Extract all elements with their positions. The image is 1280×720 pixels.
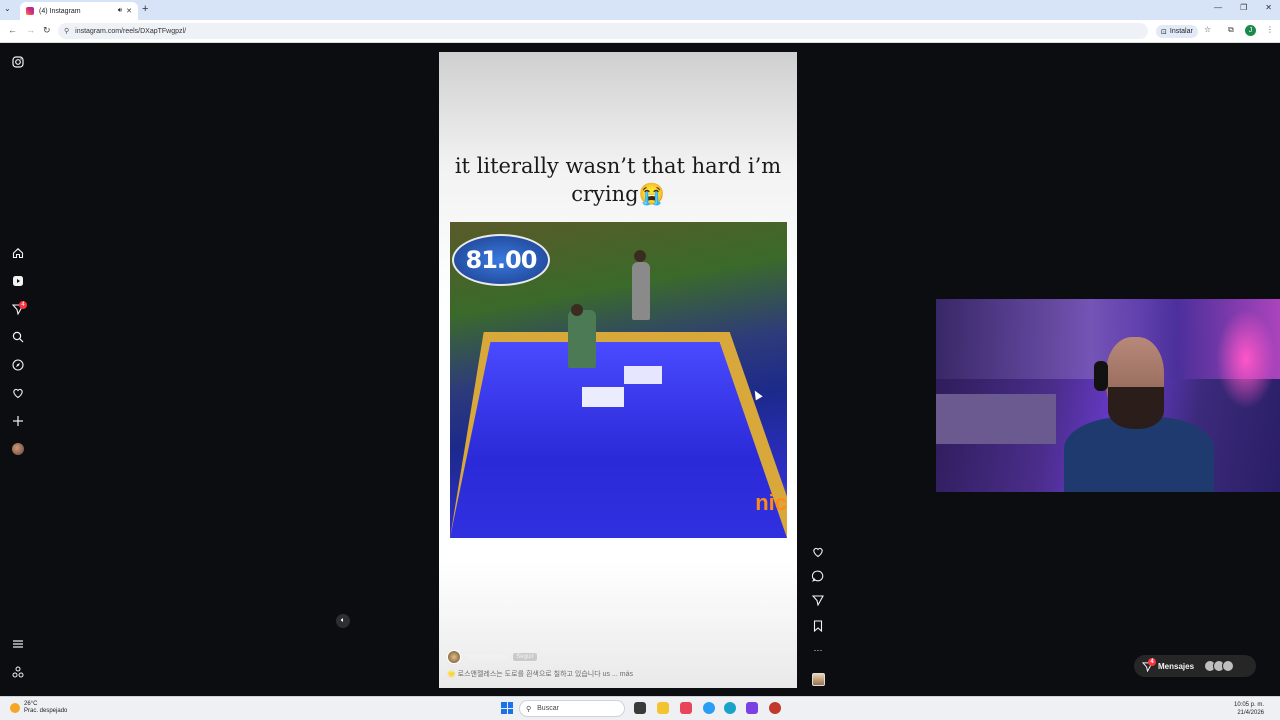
speaker-icon[interactable]: 🔊︎ <box>118 7 122 15</box>
site-info-icon[interactable]: ⚲ <box>64 27 69 35</box>
taskbar-search[interactable]: ⚲ Buscar <box>519 700 625 717</box>
clock-date: 21/4/2026 <box>1237 710 1265 716</box>
author-avatar[interactable] <box>447 650 461 664</box>
caption-line-1: it literally wasn’t that hard i’m <box>454 154 782 178</box>
home-icon[interactable] <box>11 246 24 259</box>
webcam-person-beard <box>1108 387 1164 429</box>
webcam-overlay <box>936 299 1280 492</box>
notifications-badge: 4 <box>19 301 27 309</box>
url-field[interactable]: ⚲ instagram.com/reels/DXapTFwgpzl/ <box>58 23 1148 39</box>
messages-badge: 4 <box>1148 658 1156 666</box>
bookmark-star-icon[interactable]: ☆ <box>1204 25 1211 34</box>
weather-condition: Prac. despejado <box>24 708 68 714</box>
more-options-icon[interactable]: ··· <box>811 643 825 657</box>
new-tab-button[interactable]: + <box>142 3 148 15</box>
mute-toggle-icon[interactable]: 🔈︎ <box>336 614 350 628</box>
comment-icon[interactable] <box>811 569 825 583</box>
back-icon[interactable]: ← <box>8 25 17 35</box>
window-controls: — ❐ ✕ <box>1214 3 1272 12</box>
messages-button[interactable]: Mensajes 4 <box>1134 655 1256 677</box>
search-icon[interactable] <box>11 330 24 343</box>
tab-search-icon[interactable]: ⌄ <box>4 4 11 13</box>
minimize-icon[interactable]: — <box>1214 3 1222 12</box>
reels-icon[interactable] <box>11 274 24 287</box>
windows-taskbar: 26°C Prac. despejado ⚲ Buscar 10:05 p. m… <box>0 696 1280 720</box>
headphones-icon <box>1094 361 1108 391</box>
extensions-icon[interactable]: ⧉ <box>1228 25 1234 35</box>
lit-tile <box>582 387 624 407</box>
contestant-figure <box>568 310 596 368</box>
save-bookmark-icon[interactable] <box>811 619 825 633</box>
browser-menu-icon[interactable]: ⋮ <box>1266 25 1274 34</box>
messages-label: Mensajes <box>1158 661 1195 671</box>
like-heart-icon[interactable] <box>811 545 825 559</box>
instagram-logo-icon[interactable] <box>11 55 24 68</box>
profile-avatar[interactable]: J <box>1245 25 1256 36</box>
webcam-bed <box>936 394 1056 444</box>
more-link[interactable]: ... más <box>612 671 633 678</box>
tab-instagram[interactable]: (4) Instagram 🔊︎ ✕ <box>20 2 138 20</box>
close-tab-icon[interactable]: ✕ <box>126 7 132 15</box>
reel-description: 🌟 로스앤젤레스는 도로를 흰색으로 칠하고 있습니다 us ... más <box>447 669 787 679</box>
menu-hamburger-icon[interactable] <box>11 637 24 650</box>
create-plus-icon[interactable] <box>11 414 24 427</box>
messages-avatars <box>1204 660 1235 672</box>
install-button[interactable]: ⊡ Instalar <box>1156 25 1198 38</box>
install-icon: ⊡ <box>1161 28 1167 36</box>
explore-compass-icon[interactable] <box>11 358 24 371</box>
address-bar-row: ← → ↻ ⚲ instagram.com/reels/DXapTFwgpzl/… <box>0 20 1280 43</box>
forward-icon[interactable]: → <box>26 25 35 35</box>
restore-icon[interactable]: ❐ <box>1240 3 1247 12</box>
contestant-figure <box>632 262 650 320</box>
browser-tab-bar: ⌄ (4) Instagram 🔊︎ ✕ + — ❐ ✕ <box>0 0 1280 20</box>
reel-video-frame[interactable]: 81.00 nic <box>450 222 787 538</box>
tab-title: (4) Instagram <box>39 7 81 15</box>
audio-thumbnail[interactable] <box>812 673 825 686</box>
profile-avatar-nav[interactable] <box>12 443 24 455</box>
task-view-icon[interactable] <box>634 702 646 714</box>
clock-time: 10:05 p. m. <box>1234 702 1265 708</box>
weather-sun-icon <box>10 703 20 713</box>
webcam-pink-light <box>1216 309 1276 409</box>
contestant-head <box>571 304 583 316</box>
chrome-icon[interactable] <box>703 702 715 714</box>
weather-widget[interactable]: 26°C Prac. despejado <box>10 701 67 715</box>
system-clock[interactable]: 10:05 p. m. 21/4/2026 <box>1234 701 1264 717</box>
lit-tile <box>624 366 662 384</box>
temperature: 26°C <box>24 701 38 707</box>
url-text: instagram.com/reels/DXapTFwgpzl/ <box>75 27 187 35</box>
follow-button[interactable]: Seguir <box>512 652 538 662</box>
app-icon[interactable] <box>680 702 692 714</box>
start-windows-icon[interactable] <box>501 702 513 714</box>
app-icon[interactable] <box>746 702 758 714</box>
contestant-head <box>634 250 646 262</box>
app-icon[interactable] <box>769 702 781 714</box>
notifications-heart-icon[interactable] <box>11 386 24 399</box>
description-text: 🌟 로스앤젤레스는 도로를 흰색으로 칠하고 있습니다 us <box>447 671 611 678</box>
install-label: Instalar <box>1169 28 1193 35</box>
channel-watermark: nic <box>755 490 787 515</box>
reel-caption-overlay: it literally wasn’t that hard i’m crying… <box>439 152 797 208</box>
author-username[interactable]: memeillsaha <box>467 654 506 661</box>
score-display: 81.00 <box>452 234 550 286</box>
file-explorer-icon[interactable] <box>657 702 669 714</box>
instagram-favicon-icon <box>26 7 34 15</box>
edge-icon[interactable] <box>724 702 736 714</box>
reel-player[interactable]: it literally wasn’t that hard i’m crying… <box>439 52 797 688</box>
meta-apps-icon[interactable] <box>11 665 24 678</box>
instagram-sidebar <box>0 43 36 696</box>
caption-line-2: crying😭 <box>571 182 665 206</box>
share-icon[interactable] <box>811 593 825 607</box>
reload-icon[interactable]: ↻ <box>43 25 51 36</box>
close-window-icon[interactable]: ✕ <box>1265 3 1272 12</box>
avatar <box>1222 660 1235 672</box>
taskbar-search-placeholder: Buscar <box>537 705 559 712</box>
author-row: memeillsaha Seguir <box>447 650 787 664</box>
reel-footer: memeillsaha Seguir 🌟 로스앤젤레스는 도로를 흰색으로 칠하… <box>447 650 787 684</box>
search-icon: ⚲ <box>526 705 532 713</box>
